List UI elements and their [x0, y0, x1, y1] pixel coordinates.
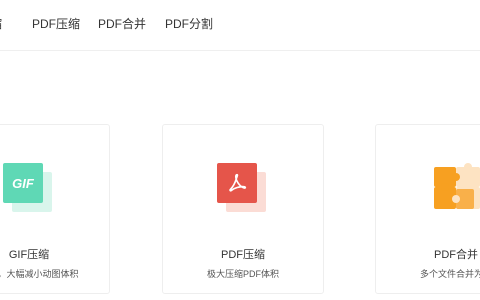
nav-item-pdf-split[interactable]: PDF分割 [165, 15, 213, 33]
gif-icon: GIF [3, 163, 57, 217]
tool-card-description: 极大压缩PDF体积 [206, 269, 279, 279]
tool-card-gif-compress[interactable]: GIF GIF压缩 尺寸，大幅减小动图体积 [0, 124, 110, 294]
tool-card-pdf-compress[interactable]: PDF压缩 极大压缩PDF体积 [162, 124, 324, 294]
puzzle-pieces-icon [434, 163, 480, 209]
tool-card-title: PDF压缩 [221, 249, 265, 261]
puzzle-icon [434, 163, 480, 217]
nav-item-pdf-compress[interactable]: PDF压缩 [32, 15, 80, 33]
acrobat-icon [229, 173, 247, 192]
tool-card-title: PDF合并 [434, 249, 478, 261]
top-nav: 缩 PDF压缩 PDF合并 PDF分割 [0, 0, 480, 51]
pdf-compress-icon [217, 163, 271, 217]
nav-item-gif-compress[interactable]: 缩 [0, 15, 2, 33]
tools-page: 缩 PDF压缩 PDF合并 PDF分割 GIF GIF压缩 尺寸，大幅减小动图体… [0, 0, 480, 300]
nav-item-pdf-merge[interactable]: PDF合并 [98, 15, 146, 33]
tool-card-description: 多个文件合并为一 [419, 269, 480, 279]
tool-card-pdf-merge[interactable]: PDF合并 多个文件合并为一 [375, 124, 480, 294]
tool-card-title: GIF压缩 [8, 249, 50, 261]
gif-icon-text: GIF [12, 175, 34, 191]
tool-card-description: 尺寸，大幅减小动图体积 [0, 269, 79, 279]
